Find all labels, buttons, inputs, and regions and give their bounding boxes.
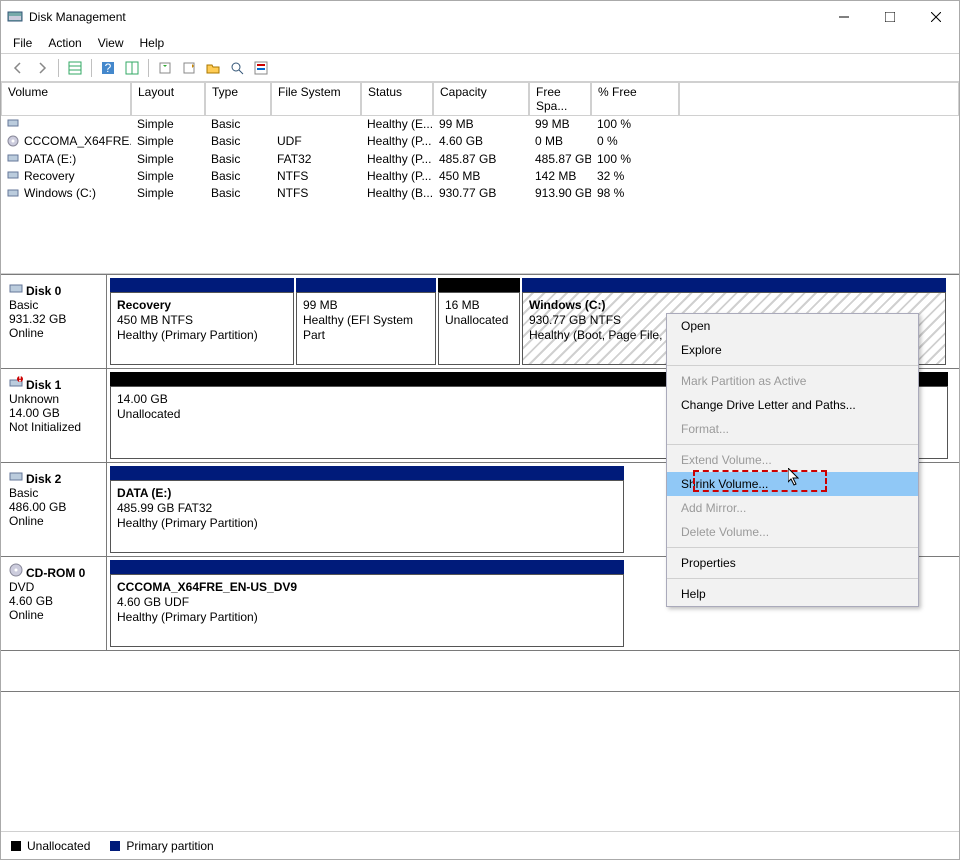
legend-primary: Primary partition: [110, 839, 213, 853]
window-title: Disk Management: [29, 10, 821, 24]
maximize-button[interactable]: [867, 1, 913, 32]
menubar: File Action View Help: [1, 32, 959, 54]
table-row[interactable]: DATA (E:)SimpleBasicFAT32Healthy (P...48…: [1, 151, 959, 168]
col-status[interactable]: Status: [361, 82, 433, 116]
titlebar: Disk Management: [1, 1, 959, 32]
new-icon[interactable]: [178, 57, 200, 79]
minimize-button[interactable]: [821, 1, 867, 32]
col-type[interactable]: Type: [205, 82, 271, 116]
window-controls: [821, 1, 959, 32]
scan-icon[interactable]: [226, 57, 248, 79]
table-row[interactable]: RecoverySimpleBasicNTFSHealthy (P...450 …: [1, 168, 959, 185]
cm-properties[interactable]: Properties: [667, 551, 918, 575]
table-body: SimpleBasicHealthy (E...99 MB99 MB100 %C…: [1, 116, 959, 203]
toolbar: ?: [1, 54, 959, 82]
menu-file[interactable]: File: [5, 34, 40, 52]
volume-icon: [7, 169, 21, 184]
cm-open[interactable]: Open: [667, 314, 918, 338]
partition[interactable]: 16 MBUnallocated: [438, 292, 520, 365]
cm-change-letter[interactable]: Change Drive Letter and Paths...: [667, 393, 918, 417]
volume-icon: [7, 117, 21, 132]
app-icon: [7, 9, 23, 25]
disk-icon: [9, 469, 23, 486]
legend: Unallocated Primary partition: [1, 831, 959, 859]
table-header: Volume Layout Type File System Status Ca…: [1, 82, 959, 116]
disk-icon: [9, 563, 23, 580]
help-icon[interactable]: ?: [97, 57, 119, 79]
svg-text:?: ?: [105, 61, 112, 75]
cm-help[interactable]: Help: [667, 582, 918, 606]
cm-format[interactable]: Format...: [667, 417, 918, 441]
disk-icon: !: [9, 375, 23, 392]
disk-info: !Disk 1Unknown14.00 GBNot Initialized: [1, 369, 107, 462]
svg-text:!: !: [18, 375, 22, 385]
col-capacity[interactable]: Capacity: [433, 82, 529, 116]
volume-icon: [7, 135, 21, 150]
partition[interactable]: 99 MBHealthy (EFI System Part: [296, 292, 436, 365]
disk-info: Disk 2Basic486.00 GBOnline: [1, 463, 107, 556]
disk-icon: [9, 281, 23, 298]
properties-icon[interactable]: [250, 57, 272, 79]
col-free[interactable]: Free Spa...: [529, 82, 591, 116]
close-button[interactable]: [913, 1, 959, 32]
partition[interactable]: Recovery450 MB NTFSHealthy (Primary Part…: [110, 292, 294, 365]
forward-button[interactable]: [31, 57, 53, 79]
cm-mark-active[interactable]: Mark Partition as Active: [667, 369, 918, 393]
table-row[interactable]: SimpleBasicHealthy (E...99 MB99 MB100 %: [1, 116, 959, 133]
legend-unallocated: Unallocated: [11, 839, 90, 853]
col-filesystem[interactable]: File System: [271, 82, 361, 116]
back-button[interactable]: [7, 57, 29, 79]
col-pct[interactable]: % Free: [591, 82, 679, 116]
context-menu: Open Explore Mark Partition as Active Ch…: [666, 313, 919, 607]
volume-table: Volume Layout Type File System Status Ca…: [1, 82, 959, 274]
cm-explore[interactable]: Explore: [667, 338, 918, 362]
cm-shrink[interactable]: Shrink Volume...: [667, 472, 918, 496]
menu-view[interactable]: View: [90, 34, 132, 52]
cm-extend[interactable]: Extend Volume...: [667, 448, 918, 472]
settings-icon[interactable]: [121, 57, 143, 79]
col-layout[interactable]: Layout: [131, 82, 205, 116]
disk-info: Disk 0Basic931.32 GBOnline: [1, 275, 107, 368]
menu-help[interactable]: Help: [132, 34, 173, 52]
cm-delete[interactable]: Delete Volume...: [667, 520, 918, 544]
volume-icon: [7, 187, 21, 202]
col-volume[interactable]: Volume: [1, 82, 131, 116]
cm-add-mirror[interactable]: Add Mirror...: [667, 496, 918, 520]
refresh-icon[interactable]: [154, 57, 176, 79]
open-icon[interactable]: [202, 57, 224, 79]
view-list-icon[interactable]: [64, 57, 86, 79]
table-row[interactable]: Windows (C:)SimpleBasicNTFSHealthy (B...…: [1, 185, 959, 202]
table-row[interactable]: CCCOMA_X64FRE...SimpleBasicUDFHealthy (P…: [1, 133, 959, 150]
volume-icon: [7, 152, 21, 167]
partition[interactable]: DATA (E:)485.99 GB FAT32Healthy (Primary…: [110, 480, 624, 553]
partition[interactable]: CCCOMA_X64FRE_EN-US_DV94.60 GB UDFHealth…: [110, 574, 624, 647]
disk-info: CD-ROM 0DVD4.60 GBOnline: [1, 557, 107, 650]
menu-action[interactable]: Action: [40, 34, 89, 52]
